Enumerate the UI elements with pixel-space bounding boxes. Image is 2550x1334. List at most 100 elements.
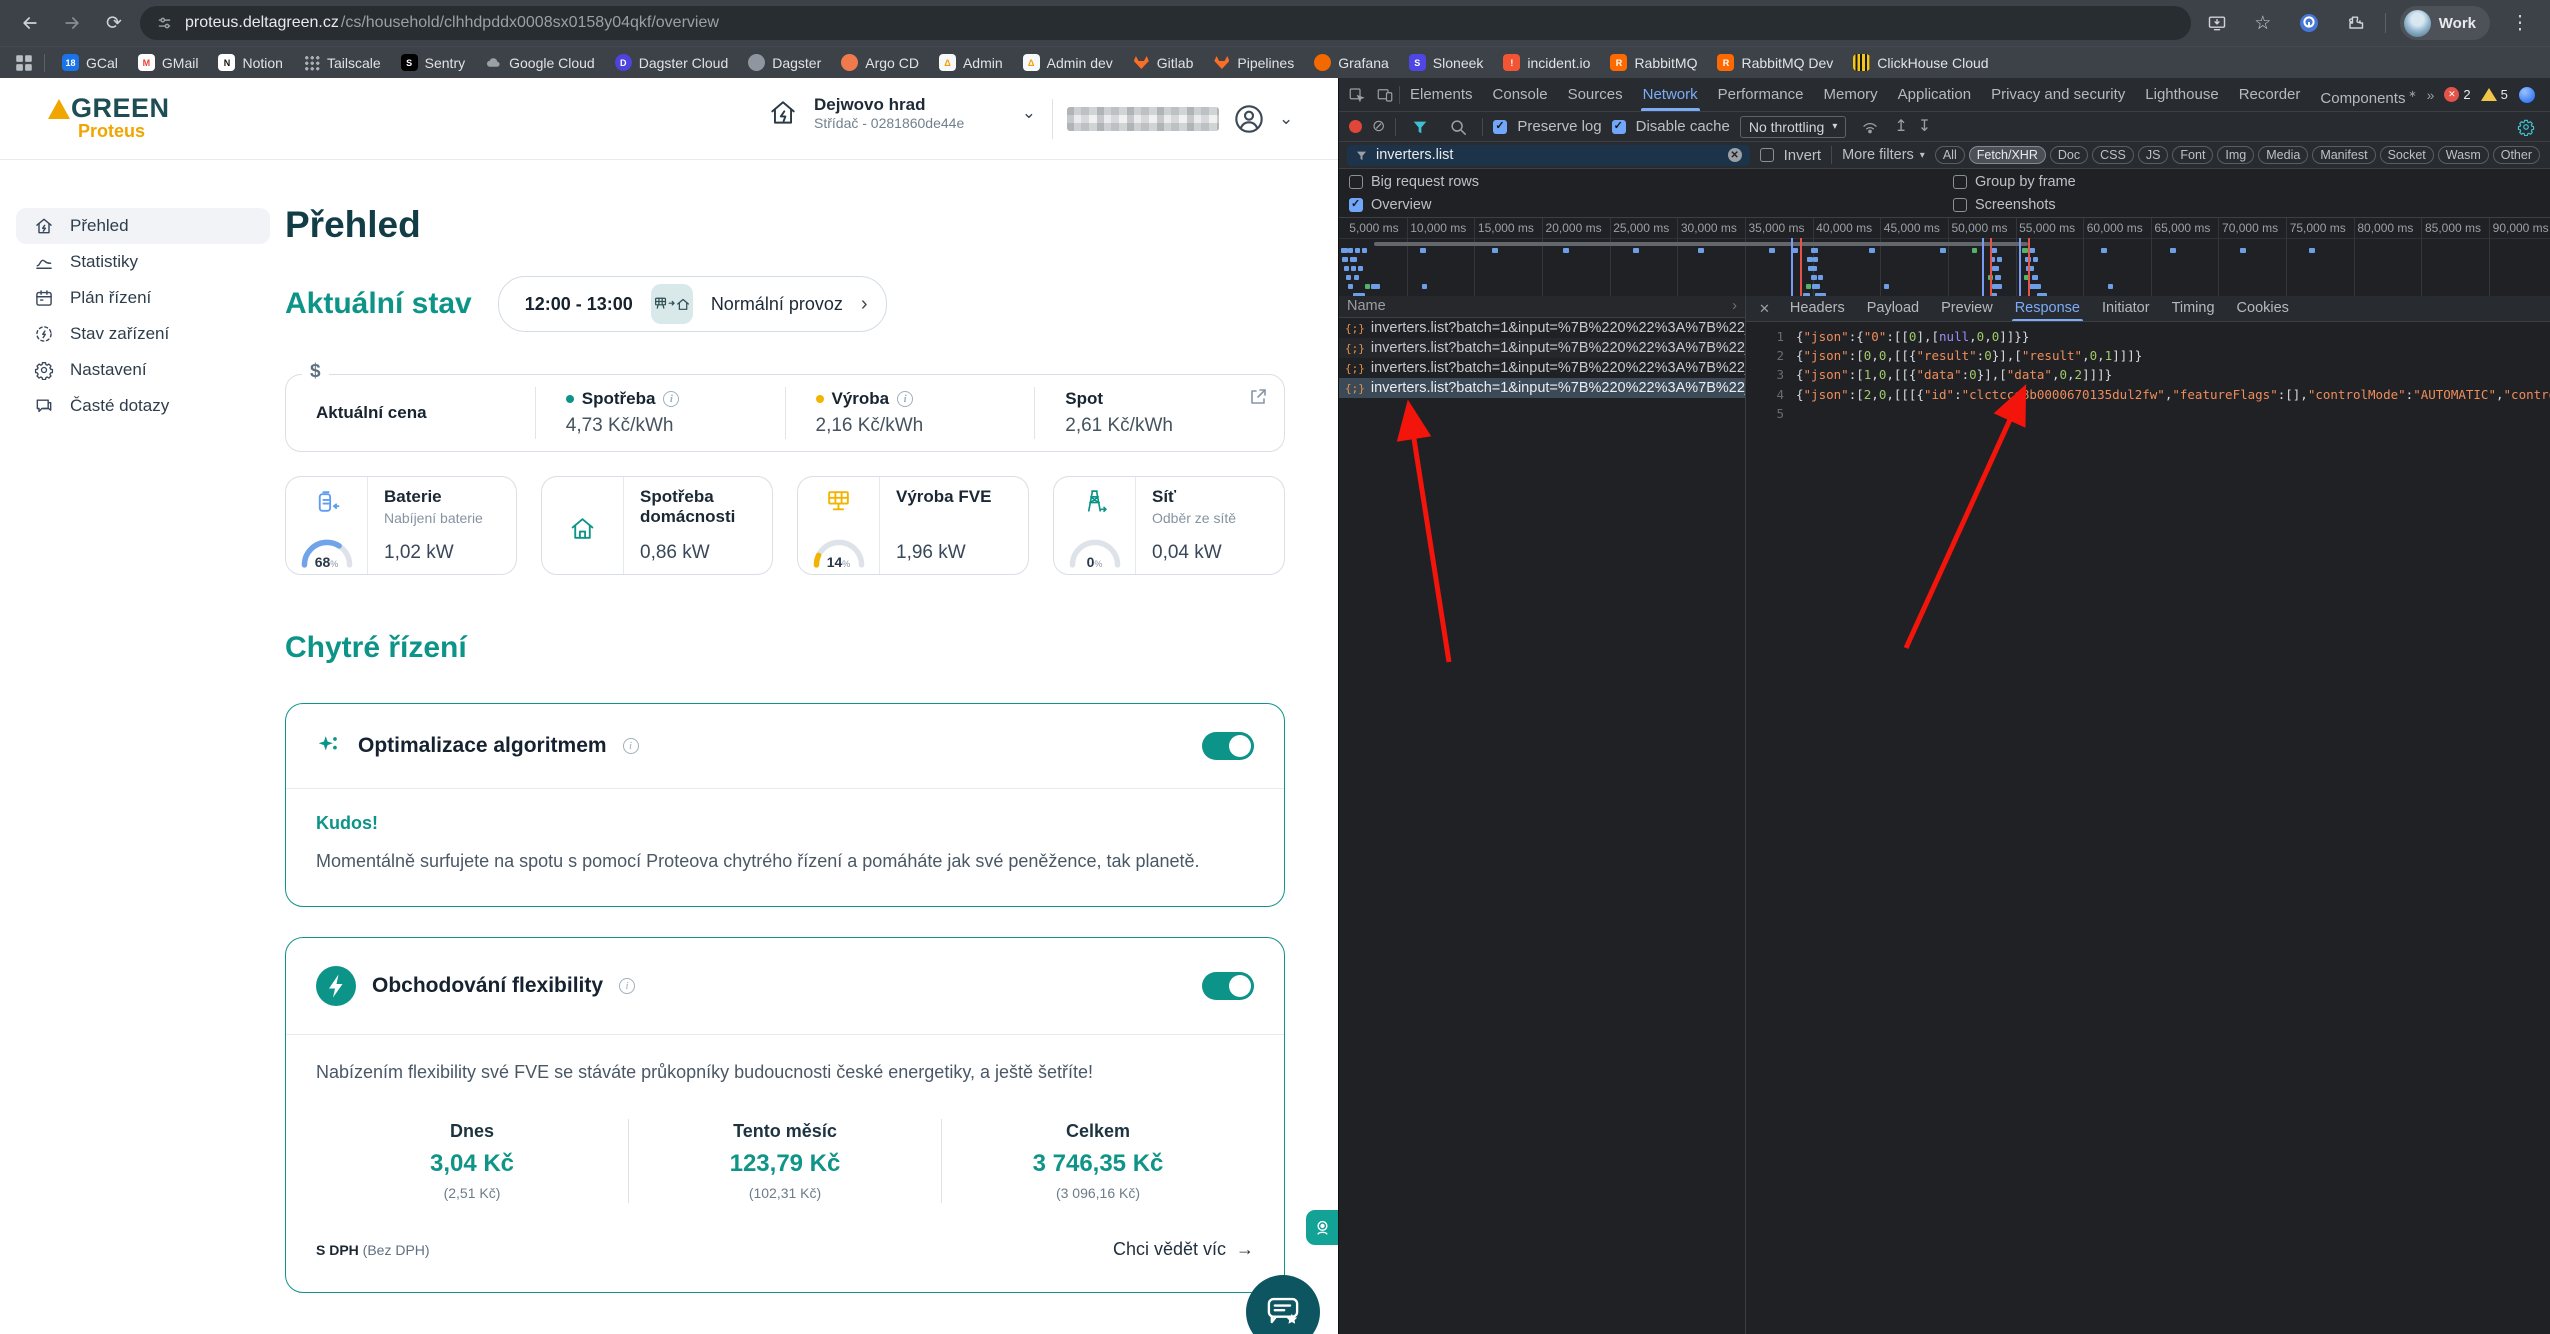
filter-funnel-icon[interactable] <box>1406 114 1434 140</box>
bookmark-argo-cd[interactable]: Argo CD <box>832 51 928 74</box>
name-column-header[interactable]: Name › <box>1339 296 1745 318</box>
bookmark-incident-io[interactable]: ! incident.io <box>1494 51 1599 74</box>
devtools-tab-components[interactable]: Components ∗ <box>2310 78 2426 111</box>
address-bar[interactable]: proteus.deltagreen.cz/cs/household/clhhd… <box>140 6 2191 40</box>
household-selector[interactable]: Dejwovo hrad Střídač - 0281860de44e ⌄ <box>768 94 1036 133</box>
filter-pill-all[interactable]: All <box>1934 146 1965 164</box>
filter-pill-img[interactable]: Img <box>2217 146 2255 164</box>
sidebar-item-statistiky[interactable]: Statistiky <box>16 244 270 280</box>
bookmark-gmail[interactable]: M GMail <box>129 51 208 74</box>
devtools-tab-performance[interactable]: Performance <box>1708 78 1814 111</box>
network-conditions-icon[interactable] <box>1856 114 1884 140</box>
detail-tab-cookies[interactable]: Cookies <box>2226 296 2300 321</box>
bookmark-dagster-cloud[interactable]: D Dagster Cloud <box>606 51 738 74</box>
browser-menu-icon[interactable]: ⋮ <box>2504 7 2536 39</box>
screen-share-tab[interactable] <box>1306 1210 1338 1245</box>
overview-checkbox[interactable] <box>1349 197 1363 212</box>
request-row[interactable]: {;} inverters.list?batch=1&input=%7B%220%… <box>1339 358 1745 378</box>
reload-icon[interactable]: ⟳ <box>98 7 130 39</box>
big-request-rows-checkbox[interactable] <box>1349 175 1363 189</box>
optimization-toggle[interactable] <box>1202 732 1254 760</box>
devtools-settings-gear-icon[interactable] <box>2546 82 2550 108</box>
sidebar-item-pl-n-zen[interactable]: Plán řízení <box>16 280 270 316</box>
sidebar-item-p-ehled[interactable]: Přehled <box>16 208 270 244</box>
info-icon[interactable]: i <box>897 391 914 407</box>
detail-tab-preview[interactable]: Preview <box>1930 296 2004 321</box>
bookmark-clickhouse-cloud[interactable]: ClickHouse Cloud <box>1844 51 1997 74</box>
bookmark-notion[interactable]: N Notion <box>209 51 291 74</box>
bookmark-dagster[interactable]: Dagster <box>739 51 830 74</box>
filter-pill-wasm[interactable]: Wasm <box>2437 146 2489 164</box>
info-icon[interactable]: i <box>622 738 639 754</box>
detail-tab-payload[interactable]: Payload <box>1856 296 1930 321</box>
devtools-tab-elements[interactable]: Elements <box>1400 78 1483 111</box>
option-overview[interactable]: Overview <box>1349 197 1431 213</box>
export-har-icon[interactable]: ↧ <box>1918 118 1931 135</box>
site-controls-icon[interactable] <box>156 15 173 32</box>
bookmark-sentry[interactable]: S Sentry <box>392 51 474 74</box>
filter-pill-media[interactable]: Media <box>2258 146 2309 164</box>
inspect-element-icon[interactable] <box>1343 82 1371 108</box>
sidebar-item-ast-dotazy[interactable]: Časté dotazy <box>16 388 270 424</box>
close-detail-icon[interactable]: ✕ <box>1750 301 1779 317</box>
search-network-icon[interactable] <box>1444 114 1472 140</box>
request-row[interactable]: {;} inverters.list?batch=1&input=%7B%220%… <box>1339 338 1745 358</box>
delta-green-logo[interactable]: GREEN Proteus <box>48 93 170 142</box>
devtools-tab-privacy-and-security[interactable]: Privacy and security <box>1981 78 2135 111</box>
filter-pill-js[interactable]: JS <box>2137 146 2169 164</box>
flexibility-toggle[interactable] <box>1202 972 1254 1001</box>
preserve-log-checkbox[interactable] <box>1493 119 1508 134</box>
warning-badge[interactable]: 5 <box>2480 87 2508 102</box>
network-settings-gear-icon[interactable] <box>2512 114 2540 140</box>
info-icon[interactable]: i <box>619 978 636 995</box>
bookmark-rabbitmq[interactable]: R RabbitMQ <box>1601 51 1706 74</box>
bookmark-google-cloud[interactable]: Google Cloud <box>476 51 604 74</box>
profile-chip[interactable]: Work <box>2399 6 2490 40</box>
filter-pill-doc[interactable]: Doc <box>2049 146 2089 164</box>
bookmark-star-icon[interactable]: ☆ <box>2247 7 2279 39</box>
filter-pill-other[interactable]: Other <box>2492 146 2540 164</box>
bookmark-gcal[interactable]: 18 GCal <box>53 51 127 74</box>
back-icon[interactable] <box>14 7 46 39</box>
learn-more-link[interactable]: Chci vědět víc → <box>1113 1239 1254 1260</box>
info-icon[interactable]: i <box>663 391 680 407</box>
devtools-tab-application[interactable]: Application <box>1888 78 1981 111</box>
devtools-tab-recorder[interactable]: Recorder <box>2229 78 2311 111</box>
error-badge[interactable]: ✕ 2 <box>2444 87 2471 102</box>
invert-checkbox[interactable] <box>1759 148 1774 162</box>
import-har-icon[interactable]: ↥ <box>1894 118 1907 135</box>
bookmark-grafana[interactable]: Grafana <box>1305 51 1398 74</box>
option-screenshots[interactable]: Screenshots <box>1953 197 2056 213</box>
bookmark-rabbitmq-dev[interactable]: R RabbitMQ Dev <box>1708 51 1842 74</box>
more-filters-dropdown[interactable]: More filters ▾ <box>1842 147 1925 163</box>
onepassword-extension-icon[interactable] <box>2293 7 2325 39</box>
forward-icon[interactable] <box>56 7 88 39</box>
feedback-fab[interactable] <box>1246 1275 1320 1334</box>
apps-grid-icon[interactable] <box>12 51 36 75</box>
detail-tab-initiator[interactable]: Initiator <box>2091 296 2161 321</box>
disable-cache-checkbox[interactable] <box>1611 119 1626 134</box>
bookmark-sloneek[interactable]: S Sloneek <box>1400 51 1493 74</box>
throttling-select[interactable]: No throttling ▾ <box>1739 115 1847 138</box>
screenshots-checkbox[interactable] <box>1953 198 1967 212</box>
device-toolbar-icon[interactable] <box>1371 82 1399 108</box>
group-by-frame-checkbox[interactable] <box>1953 175 1967 189</box>
sidebar-item-stav-za-zen[interactable]: Stav zařízení <box>16 316 270 352</box>
filter-pill-font[interactable]: Font <box>2172 146 2214 164</box>
request-row[interactable]: {;} inverters.list?batch=1&input=%7B%220%… <box>1339 378 1745 398</box>
bookmark-admin[interactable]: Δ Admin <box>930 51 1012 74</box>
filter-input[interactable]: inverters.list ✕ <box>1347 144 1750 166</box>
filter-pill-manifest[interactable]: Manifest <box>2312 146 2376 164</box>
account-avatar-icon[interactable] <box>1233 103 1265 135</box>
more-tabs-icon[interactable]: » <box>2427 88 2435 102</box>
detail-tab-response[interactable]: Response <box>2004 296 2091 321</box>
filter-pill-fetch-xhr[interactable]: Fetch/XHR <box>1968 146 2046 164</box>
detail-tab-timing[interactable]: Timing <box>2161 296 2226 321</box>
filter-pill-css[interactable]: CSS <box>2092 146 2134 164</box>
clear-network-icon[interactable]: ⊘ <box>1372 118 1385 135</box>
option-group-by-frame[interactable]: Group by frame <box>1953 174 2076 190</box>
devtools-tab-lighthouse[interactable]: Lighthouse <box>2135 78 2228 111</box>
external-link-icon[interactable] <box>1248 387 1268 407</box>
sidebar-item-nastaven[interactable]: Nastavení <box>16 352 270 388</box>
request-row[interactable]: {;} inverters.list?batch=1&input=%7B%220%… <box>1339 318 1745 338</box>
